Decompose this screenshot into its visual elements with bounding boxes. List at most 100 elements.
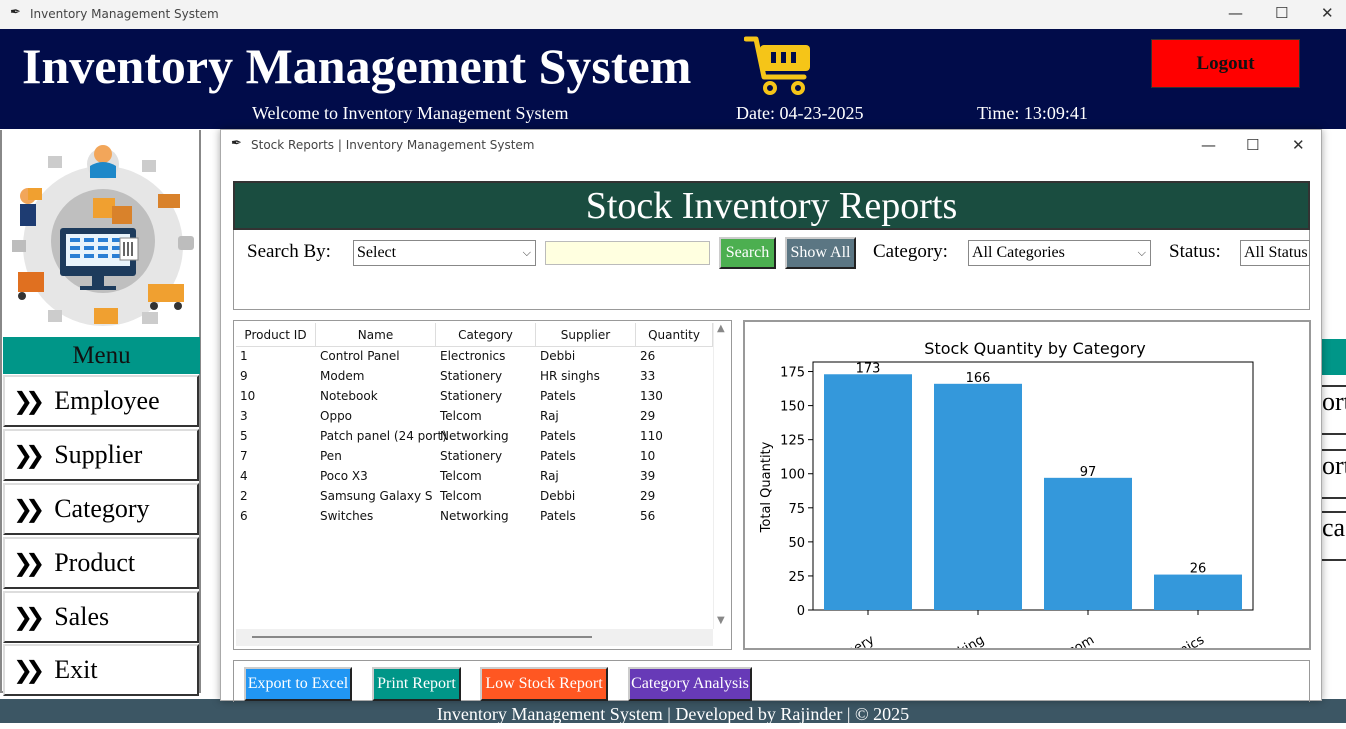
table-cell: 5 <box>240 429 248 443</box>
table-cell: 130 <box>640 389 663 403</box>
table-row[interactable]: 1 Control Panel Electronics Debbi 26 <box>236 347 713 367</box>
employee-button[interactable]: ❯❯ Employee <box>3 375 199 427</box>
category-button[interactable]: ❯❯ Category <box>3 483 199 535</box>
search-button[interactable]: Search <box>719 237 776 269</box>
table-cell: Poco X3 <box>320 469 368 483</box>
bar <box>1044 477 1132 610</box>
logout-button[interactable]: Logout <box>1151 39 1300 88</box>
search-by-label: Search By: <box>247 241 331 262</box>
y-tick-label: 50 <box>788 536 805 551</box>
menu-item-label: Sales <box>54 602 110 631</box>
table-cell: 29 <box>640 409 656 423</box>
menu-item-label: Employee <box>54 386 160 415</box>
search-by-value: Select <box>357 244 397 261</box>
double-chevron-right-icon: ❯❯ <box>13 387 45 415</box>
category-value: All Categories <box>972 244 1065 261</box>
table-cell: Stationery <box>440 389 503 403</box>
bar-value-label: 97 <box>1080 465 1097 480</box>
table-cell: Telcom <box>440 409 482 423</box>
table-cell: Networking <box>440 509 509 523</box>
column-header[interactable]: Quantity <box>636 323 713 347</box>
table-row[interactable]: 6 Switches Networking Patels 56 <box>236 507 713 527</box>
minimize-icon[interactable]: — <box>1201 136 1216 154</box>
scroll-up-icon[interactable]: ▲ <box>717 323 725 334</box>
table-cell: 9 <box>240 369 248 383</box>
table-row[interactable]: 2 Samsung Galaxy S Telcom Debbi 29 <box>236 487 713 507</box>
table-cell: HR singhs <box>540 369 600 383</box>
x-tick-label: king <box>956 633 987 648</box>
table-cell: 7 <box>240 449 248 463</box>
footer: Inventory Management System | Developed … <box>0 699 1346 724</box>
table-row[interactable]: 4 Poco X3 Telcom Raj 39 <box>236 467 713 487</box>
horizontal-scrollbar[interactable] <box>236 629 713 646</box>
exit-button[interactable]: ❯❯ Exit <box>3 644 199 696</box>
status-value: All Status <box>1244 244 1308 261</box>
table-cell: Raj <box>540 409 559 423</box>
table-cell: 4 <box>240 469 248 483</box>
table-row[interactable]: 10 Notebook Stationery Patels 130 <box>236 387 713 407</box>
show-all-button[interactable]: Show All <box>785 237 856 269</box>
column-header[interactable]: Name <box>316 323 436 347</box>
table-cell: Samsung Galaxy S <box>320 489 433 503</box>
sales-button[interactable]: ❯❯ Sales <box>3 591 199 643</box>
close-icon[interactable]: ✕ <box>1292 136 1305 154</box>
double-chevron-right-icon: ❯❯ <box>13 441 45 469</box>
bar <box>934 383 1022 610</box>
table-cell: 10 <box>640 449 656 463</box>
chevron-down-icon: ⌵ <box>1137 246 1146 259</box>
table-cell: Debbi <box>540 489 576 503</box>
close-icon[interactable]: ✕ <box>1321 4 1334 22</box>
export-excel-button[interactable]: Export to Excel <box>244 667 352 701</box>
background-button[interactable]: ort <box>1320 449 1346 499</box>
child-window-title: Stock Reports | Inventory Management Sys… <box>251 138 535 152</box>
table-cell: 26 <box>640 349 656 363</box>
status-select[interactable]: All Status <box>1240 240 1310 266</box>
maximize-icon[interactable]: ☐ <box>1275 4 1288 22</box>
category-analysis-button[interactable]: Category Analysis <box>628 667 752 701</box>
table-cell: Notebook <box>320 389 378 403</box>
chart-y-axis-label: Total Quantity <box>759 441 774 533</box>
maximize-icon[interactable]: ☐ <box>1246 136 1259 154</box>
column-header[interactable]: Product ID <box>236 323 316 347</box>
table-row[interactable]: 9 Modem Stationery HR singhs 33 <box>236 367 713 387</box>
bar <box>1154 574 1242 610</box>
table-cell: Electronics <box>440 349 506 363</box>
search-input[interactable] <box>545 241 710 265</box>
x-tick-label: nics <box>1177 632 1207 648</box>
inventory-illustration-icon <box>12 145 194 326</box>
table-cell: Stationery <box>440 369 503 383</box>
column-header[interactable]: Category <box>436 323 536 347</box>
background-button[interactable]: ort <box>1320 385 1346 435</box>
category-select[interactable]: All Categories ⌵ <box>968 240 1151 266</box>
table-cell: 6 <box>240 509 248 523</box>
background-button[interactable]: cas <box>1320 511 1346 561</box>
minimize-icon[interactable]: — <box>1228 4 1243 22</box>
feather-icon: ✒ <box>231 136 242 151</box>
y-tick-label: 125 <box>780 434 805 449</box>
table-row[interactable]: 5 Patch panel (24 port) Networking Patels 11… <box>236 427 713 447</box>
scroll-thumb[interactable] <box>252 636 592 638</box>
table-cell: Telcom <box>440 469 482 483</box>
table-row[interactable]: 3 Oppo Telcom Raj 29 <box>236 407 713 427</box>
y-tick-label: 0 <box>797 604 805 619</box>
search-by-select[interactable]: Select ⌵ <box>353 240 536 266</box>
low-stock-report-button[interactable]: Low Stock Report <box>480 667 608 701</box>
print-report-button[interactable]: Print Report <box>372 667 461 701</box>
stock-reports-window: ✒ Stock Reports | Inventory Management S… <box>220 129 1322 702</box>
chevron-down-icon: ⌵ <box>522 246 531 259</box>
status-label: Status: <box>1169 241 1221 262</box>
chart-panel: Stock Quantity by Category Total Quantit… <box>743 320 1311 650</box>
table-row[interactable]: 7 Pen Stationery Patels 10 <box>236 447 713 467</box>
double-chevron-right-icon: ❯❯ <box>13 549 45 577</box>
table-cell: Switches <box>320 509 374 523</box>
table-cell: Debbi <box>540 349 576 363</box>
supplier-button[interactable]: ❯❯ Supplier <box>3 429 199 481</box>
y-tick-label: 75 <box>788 502 805 517</box>
column-header[interactable]: Supplier <box>536 323 636 347</box>
window-title: Inventory Management System <box>30 7 219 21</box>
product-button[interactable]: ❯❯ Product <box>3 537 199 589</box>
scroll-down-icon[interactable]: ▼ <box>717 615 725 626</box>
vertical-scrollbar[interactable]: ▲ ▼ <box>713 323 730 629</box>
x-tick-label: nery <box>844 632 877 648</box>
double-chevron-right-icon: ❯❯ <box>13 656 45 684</box>
